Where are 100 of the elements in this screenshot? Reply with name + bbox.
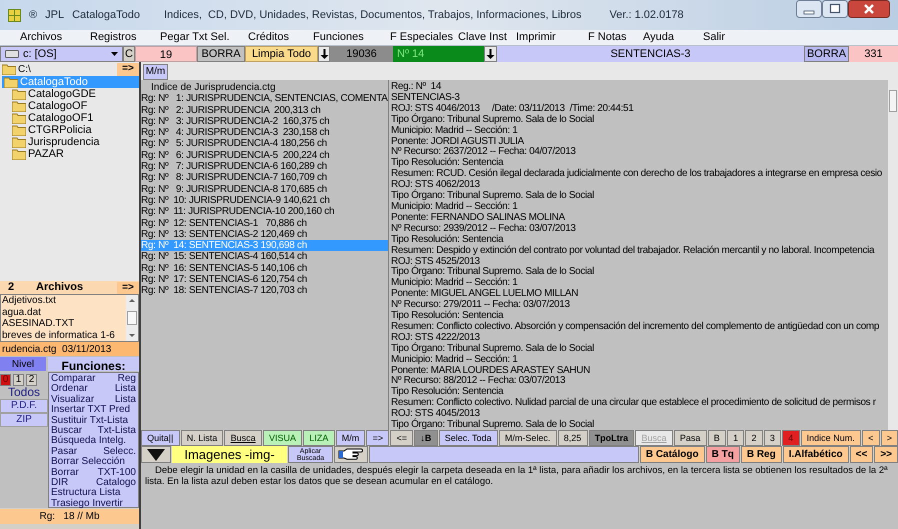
index-row[interactable]: Rg: Nº 13: SENTENCIAS-2 120,469 ch (141, 228, 388, 240)
toolbar-button[interactable]: => (366, 430, 390, 446)
go-button[interactable]: => (117, 282, 139, 294)
down-arrow-button[interactable] (318, 46, 330, 62)
function-item[interactable]: Selecc. (103, 446, 136, 458)
function-item[interactable]: Trasiego Invertir (51, 498, 123, 510)
index-row[interactable]: Rg: Nº 15: SENTENCIAS-4 160,514 ch (141, 251, 388, 263)
toolbar-button[interactable]: ↓B (414, 430, 438, 446)
toolbar-button[interactable]: >> (874, 446, 898, 463)
toolbar-button[interactable]: B Reg (740, 446, 782, 463)
index-row[interactable]: Rg: Nº 4: JURISPRUDENCIA-3 230,158 ch (141, 127, 388, 138)
c-button[interactable]: C (123, 46, 135, 62)
folder-item[interactable]: CatalogoOF (2, 100, 139, 112)
folder-item[interactable]: CTGRPolicia (2, 124, 139, 136)
index-row[interactable]: Rg: Nº 17: SENTENCIAS-6 120,754 ch (141, 274, 388, 286)
index-row[interactable]: Rg: Nº 3: JURISPRUDENCIA-2 160,375 ch (141, 116, 388, 128)
toolbar-button[interactable]: B Catálogo (640, 446, 705, 463)
scrollbar[interactable] (888, 80, 898, 430)
function-item[interactable]: Reg (118, 374, 136, 384)
function-item[interactable]: Insertar TXT Pred (51, 405, 130, 416)
drive-combo[interactable]: c: [OS] (0, 46, 123, 62)
function-item[interactable]: DIR (51, 478, 68, 488)
go-button[interactable]: => (117, 62, 139, 76)
file-item[interactable]: ASESINAD.TXT (2, 318, 126, 330)
menu-item[interactable]: Clave Inst (458, 31, 507, 44)
function-item[interactable]: Buscar (51, 426, 82, 436)
menu-item[interactable]: Ayuda (643, 31, 674, 44)
toolbar-button[interactable]: << (850, 446, 874, 463)
toolbar-button[interactable]: 1 (727, 430, 744, 446)
case-toggle-button[interactable]: M/m (143, 64, 168, 80)
arrow-button[interactable] (141, 446, 171, 463)
function-item[interactable]: Ordenar (51, 384, 88, 395)
record-title-field[interactable]: SENTENCIAS-3 (497, 46, 804, 62)
level-button[interactable]: 1 (13, 374, 24, 386)
function-item[interactable]: TXT-100 (98, 468, 136, 478)
menu-item[interactable]: F Notas (588, 31, 627, 44)
toolbar-button[interactable]: > (880, 430, 898, 446)
function-item[interactable]: Búsqueda Intelg. (51, 436, 126, 447)
file-item[interactable]: agua.dat (2, 306, 126, 318)
index-row[interactable]: Rg: Nº 1: JURISPRUDENCIA, SENTENCIAS, COMENTA (141, 93, 388, 105)
toolbar-button[interactable]: VISUA (262, 430, 302, 446)
toolbar-button[interactable]: N. Lista (180, 430, 224, 446)
folder-item[interactable]: CatalogoOF1 (2, 112, 139, 124)
toolbar-button[interactable]: B Tq (706, 446, 740, 463)
count-field[interactable]: 19 (135, 46, 197, 62)
clear-button[interactable]: BORRA (804, 46, 849, 62)
toolbar-button[interactable]: Indice Num. (800, 430, 861, 446)
scrollbar[interactable] (126, 295, 138, 341)
index-row[interactable]: Rg: Nº 11: JURISPRUDENCIA-10 200,160 ch (141, 206, 388, 218)
function-item[interactable]: Borrar (51, 468, 79, 478)
folder-item[interactable]: CatalogoGDE (2, 88, 139, 100)
toolbar-button[interactable]: < (862, 430, 880, 446)
images-button[interactable]: Imagenes -img- (172, 446, 287, 463)
pdf-button[interactable]: P.D.F. (0, 399, 48, 413)
menu-item[interactable]: Pegar Txt Sel. (160, 31, 230, 44)
level-button[interactable]: 2 (26, 374, 37, 386)
index-row[interactable]: Rg: Nº 7: JURISPRUDENCIA-6 160,289 ch (141, 161, 388, 172)
toolbar-button[interactable]: <= (390, 430, 414, 446)
index-row[interactable]: Rg: Nº 18: SENTENCIAS-7 120,703 ch (141, 285, 388, 297)
clear-button[interactable]: BORRA (197, 46, 245, 62)
file-item[interactable]: breves de informatica 1-6 (2, 330, 126, 341)
toolbar-button[interactable]: TpoLtra (588, 430, 634, 446)
search-field[interactable] (369, 446, 639, 463)
function-item[interactable]: Estructura Lista (51, 488, 120, 499)
index-row[interactable]: Rg: Nº 16: SENTENCIAS-5 140,106 ch (141, 262, 388, 274)
index-row[interactable]: Rg: Nº 8: JURISPRUDENCIA-7 160,709 ch (141, 172, 388, 184)
function-item[interactable]: Txt-Lista (98, 426, 136, 436)
zip-button[interactable]: ZIP (0, 413, 48, 427)
menu-item[interactable]: Créditos (248, 31, 289, 44)
folder-item[interactable]: Jurisprudencia (2, 136, 139, 148)
index-row[interactable]: Rg: Nº 2: JURISPRUDENCIA 200,313 ch (141, 104, 388, 116)
function-item[interactable]: Comparar (51, 374, 96, 384)
toolbar-button[interactable]: M/m-Selec. (498, 430, 557, 446)
file-item[interactable]: Adjetivos.txt (2, 295, 126, 306)
down-arrow-button[interactable] (484, 46, 497, 62)
menu-item[interactable]: Imprimir (516, 31, 556, 44)
function-item[interactable]: Lista (114, 394, 136, 406)
menu-item[interactable]: F Especiales (390, 31, 453, 44)
function-item[interactable]: Lista (114, 384, 136, 395)
folder-item[interactable]: PAZAR (2, 148, 139, 160)
index-row[interactable]: Rg: Nº 6: JURISPRUDENCIA-5 200,224 ch (141, 150, 388, 162)
index-row[interactable]: Rg: Nº 9: JURISPRUDENCIA-8 170,685 ch (141, 184, 388, 195)
menu-item[interactable]: Funciones (313, 31, 364, 44)
clear-all-button[interactable]: Limpia Todo (245, 46, 318, 62)
toolbar-button[interactable]: 8,25 (558, 430, 588, 446)
function-item[interactable]: Borrar Selección (51, 457, 125, 468)
function-item[interactable]: Catalogo (96, 478, 136, 488)
all-levels-button[interactable]: Todos (0, 386, 48, 399)
toolbar-button[interactable]: 3 (764, 430, 782, 446)
pointing-hand-button[interactable] (334, 446, 368, 463)
toolbar-button[interactable]: Quita|| (141, 430, 180, 446)
index-row[interactable]: Rg: Nº 5: JURISPRUDENCIA-4 180,256 ch (141, 138, 388, 150)
menu-item[interactable]: Archivos (20, 31, 62, 44)
toolbar-button[interactable]: 2 (745, 430, 763, 446)
function-item[interactable]: Pasar (51, 446, 78, 458)
function-item[interactable]: Visualizar (51, 394, 94, 406)
index-row[interactable]: Rg: Nº 12: SENTENCIAS-1 70,886 ch (141, 218, 388, 229)
toolbar-button[interactable]: M/m (336, 430, 366, 446)
toolbar-button[interactable]: Selec. Toda (438, 430, 498, 446)
menu-item[interactable]: Registros (90, 31, 136, 44)
